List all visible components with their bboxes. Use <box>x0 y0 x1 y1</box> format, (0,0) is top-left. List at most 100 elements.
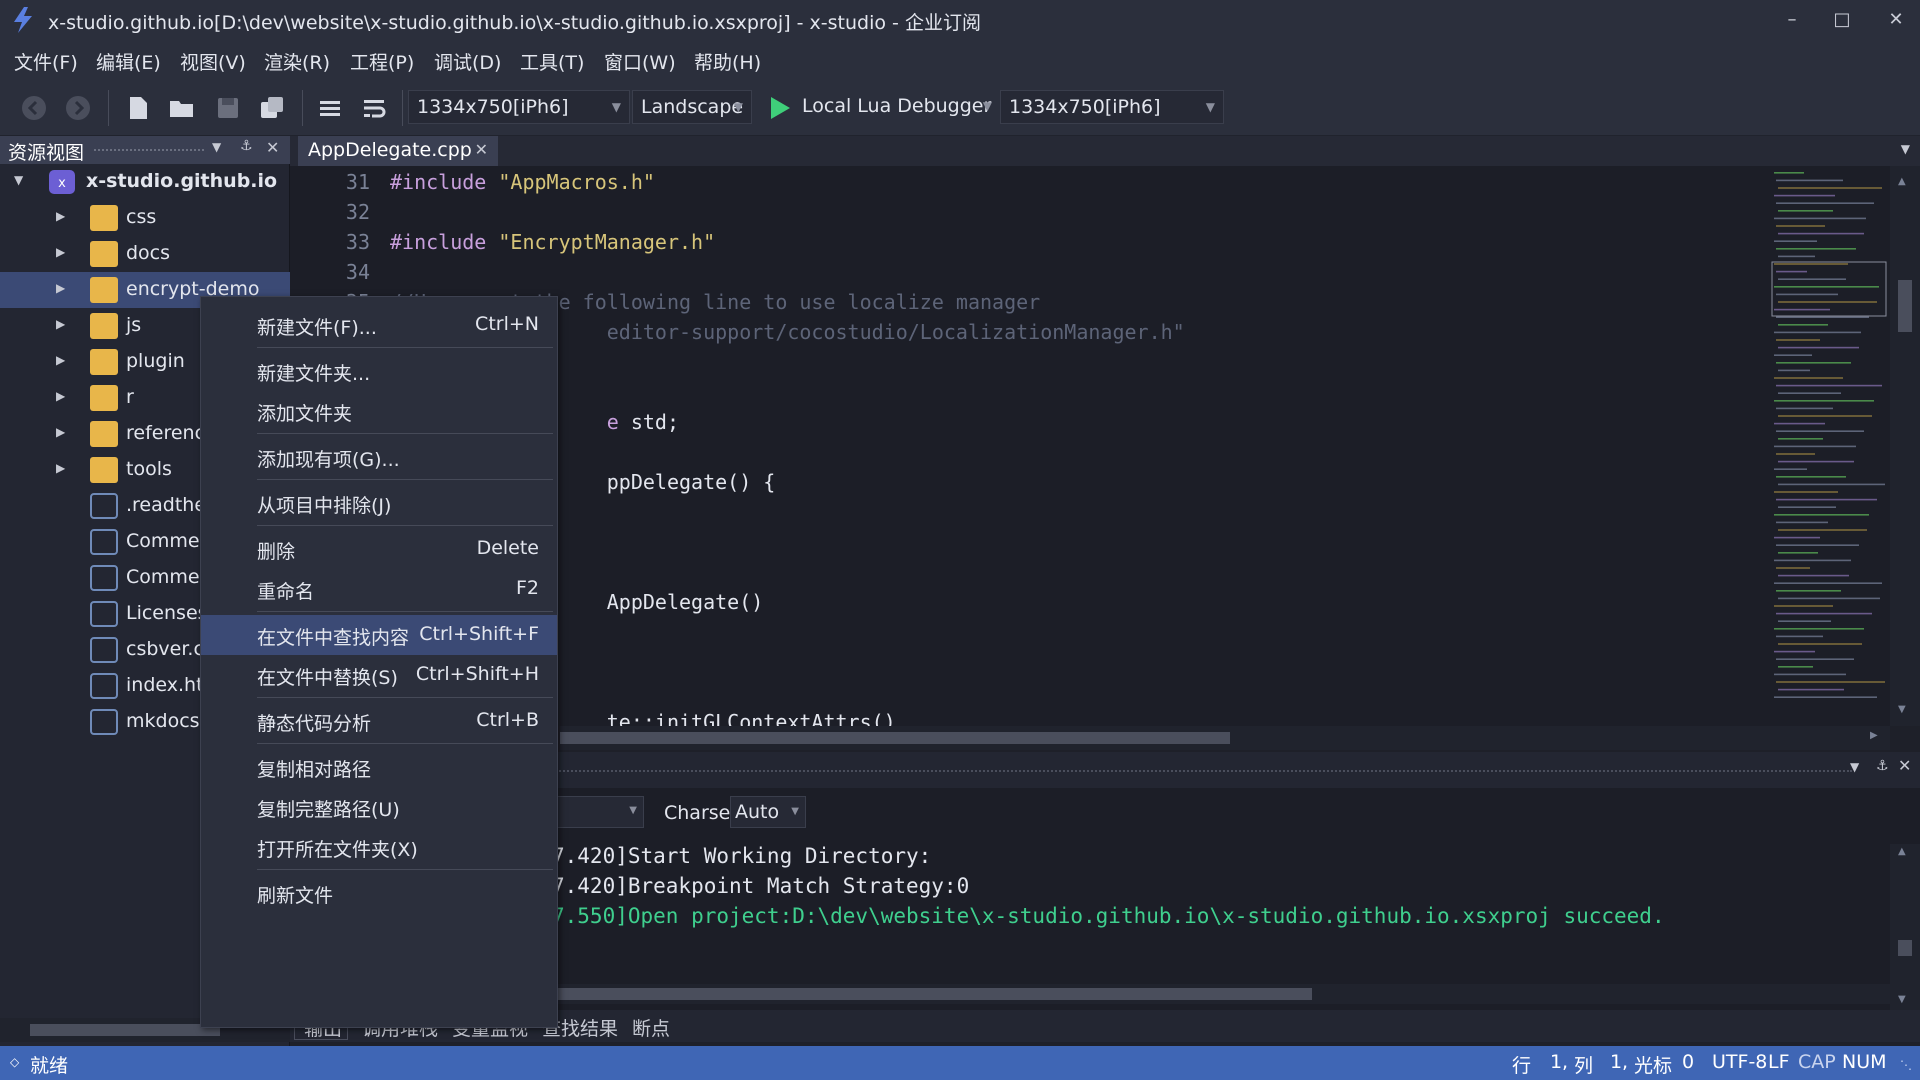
chevron-down-icon[interactable]: ▼ <box>1901 142 1910 156</box>
context-menu-item[interactable]: 刷新文件 <box>201 873 557 913</box>
scroll-thumb[interactable] <box>560 732 1230 744</box>
menu-item-label: 在文件中查找内容 <box>257 627 410 649</box>
status-cursor-label: 光标 <box>1634 1055 1673 1077</box>
status-bar: ◇ 就绪 行 1 , 列 1 , 光标 0 UTF-8 LF CAP NUM ⋱ <box>0 1046 1920 1080</box>
scroll-thumb[interactable] <box>1898 280 1912 332</box>
save-all-icon[interactable] <box>258 94 286 122</box>
debugger-select[interactable]: Local Lua Debugger ▼ <box>794 90 1000 124</box>
explorer-header: 资源视图 ▼ ⚓ ✕ <box>0 136 290 164</box>
chevron-down-icon[interactable]: ▼ <box>1850 760 1859 774</box>
minimap[interactable] <box>1768 166 1890 726</box>
close-tab-icon[interactable]: ✕ <box>475 140 488 159</box>
resolution-select[interactable]: 1334x750[iPh6] ▼ <box>408 90 630 124</box>
resolution2-select[interactable]: 1334x750[iPh6] ▼ <box>1000 90 1224 124</box>
new-file-icon[interactable] <box>124 94 152 122</box>
expand-down-icon[interactable]: ▼ <box>14 173 23 187</box>
context-menu-item[interactable]: 添加文件夹 <box>201 391 557 431</box>
output-vertical-scrollbar[interactable]: ▲ ▼ <box>1890 844 1920 1012</box>
menu-render[interactable]: 渲染(R) <box>264 48 330 75</box>
expand-right-icon[interactable]: ▶ <box>56 425 65 439</box>
context-menu-item[interactable]: 删除 Delete <box>201 529 557 569</box>
scroll-thumb[interactable] <box>1898 940 1912 956</box>
menu-view[interactable]: 视图(V) <box>180 48 246 75</box>
context-menu-item[interactable]: 新建文件(F)... Ctrl+N <box>201 305 557 345</box>
minimize-button[interactable]: – <box>1772 6 1812 34</box>
scroll-thumb[interactable] <box>30 1024 220 1036</box>
orientation-select[interactable]: Landscape ▼ <box>632 90 752 124</box>
menu-project[interactable]: 工程(P) <box>350 48 414 75</box>
status-eol[interactable]: LF <box>1768 1051 1790 1073</box>
scroll-thumb[interactable] <box>552 988 1312 1000</box>
tree-item-label: Commer <box>126 566 208 588</box>
context-menu-item[interactable]: 复制相对路径 <box>201 747 557 787</box>
close-icon[interactable]: ✕ <box>1898 756 1911 775</box>
context-menu-item[interactable]: 静态代码分析 Ctrl+B <box>201 701 557 741</box>
output-source-select[interactable]: ▼ <box>552 796 644 828</box>
charset-select[interactable]: Auto ▼ <box>730 796 806 828</box>
context-menu-item[interactable]: 在文件中替换(S) Ctrl+Shift+H <box>201 655 557 695</box>
menu-help[interactable]: 帮助(H) <box>694 48 761 75</box>
context-menu-item[interactable]: 添加现有项(G)... <box>201 437 557 477</box>
tree-item-label: plugin <box>126 350 185 372</box>
scroll-down-icon[interactable]: ▼ <box>1898 994 1906 1005</box>
scroll-up-icon[interactable]: ▲ <box>1898 846 1906 857</box>
chevron-down-icon: ▼ <box>733 100 743 114</box>
expand-right-icon[interactable]: ▶ <box>56 209 65 223</box>
editor-horizontal-scrollbar[interactable]: ▶ <box>560 726 1890 750</box>
context-menu-item[interactable]: 重命名 F2 <box>201 569 557 609</box>
context-menu-item[interactable]: 在文件中查找内容 Ctrl+Shift+F <box>201 615 557 655</box>
context-menu-item[interactable]: 复制完整路径(U) <box>201 787 557 827</box>
pin-icon[interactable]: ⚓ <box>240 138 253 154</box>
status-ready: 就绪 <box>30 1055 69 1077</box>
expand-right-icon[interactable]: ▶ <box>56 317 65 331</box>
forward-icon[interactable] <box>64 94 92 122</box>
expand-right-icon[interactable]: ▶ <box>56 461 65 475</box>
open-folder-icon[interactable] <box>168 94 196 122</box>
chevron-down-icon: ▼ <box>611 100 621 114</box>
tree-item-folder[interactable]: ▶ css <box>0 200 290 236</box>
tree-root[interactable]: ▼ x x-studio.github.io <box>0 164 290 200</box>
scroll-right-icon[interactable]: ▶ <box>1870 730 1878 741</box>
context-menu-item[interactable]: 新建文件夹... <box>201 351 557 391</box>
close-window-button[interactable]: ✕ <box>1876 6 1916 34</box>
chevron-down-icon: ▼ <box>1205 100 1215 114</box>
editor-vertical-scrollbar[interactable]: ▲ ▼ <box>1890 166 1920 726</box>
wrap-icon[interactable] <box>360 94 388 122</box>
code-line: #include "EncryptManager.h" <box>390 230 716 254</box>
status-col: 1 <box>1610 1051 1623 1073</box>
scroll-down-icon[interactable]: ▼ <box>1898 704 1906 715</box>
file-icon <box>90 673 118 699</box>
tab-appdelegate[interactable]: AppDelegate.cpp ✕ <box>298 136 498 166</box>
maximize-button[interactable]: □ <box>1822 6 1862 34</box>
expand-right-icon[interactable]: ▶ <box>56 353 65 367</box>
menu-item-label: 从项目中排除(J) <box>257 495 392 517</box>
resize-grip-icon[interactable]: ⋱ <box>1900 1058 1912 1072</box>
pin-icon[interactable]: ⚓ <box>1876 758 1889 774</box>
format-icon[interactable] <box>316 94 344 122</box>
menu-item-label: 刷新文件 <box>257 885 334 907</box>
menu-window[interactable]: 窗口(W) <box>604 48 676 75</box>
expand-right-icon[interactable]: ▶ <box>56 281 65 295</box>
close-icon[interactable]: ✕ <box>266 138 279 157</box>
back-icon[interactable] <box>20 94 48 122</box>
menu-debug[interactable]: 调试(D) <box>434 48 501 75</box>
scroll-up-icon[interactable]: ▲ <box>1898 176 1906 187</box>
menu-item-label: 重命名 <box>257 581 315 603</box>
tree-item-folder[interactable]: ▶ docs <box>0 236 290 272</box>
context-menu-item[interactable]: 打开所在文件夹(X) <box>201 827 557 867</box>
menu-edit[interactable]: 编辑(E) <box>96 48 161 75</box>
save-icon[interactable] <box>214 94 242 122</box>
chevron-down-icon[interactable]: ▼ <box>212 140 221 154</box>
menu-file[interactable]: 文件(F) <box>14 48 78 75</box>
menu-item-label: 在文件中替换(S) <box>257 667 398 689</box>
line-number: 34 <box>345 260 370 284</box>
tab-breakpoints[interactable]: 断点 <box>632 1014 670 1041</box>
expand-right-icon[interactable]: ▶ <box>56 245 65 259</box>
expand-right-icon[interactable]: ▶ <box>56 389 65 403</box>
output-horizontal-scrollbar[interactable] <box>552 984 1890 1004</box>
context-menu-item[interactable]: 从项目中排除(J) <box>201 483 557 523</box>
folder-icon <box>90 349 118 375</box>
menu-tools[interactable]: 工具(T) <box>520 48 584 75</box>
status-encoding[interactable]: UTF-8 <box>1712 1051 1767 1073</box>
play-debug-icon[interactable] <box>766 94 794 122</box>
